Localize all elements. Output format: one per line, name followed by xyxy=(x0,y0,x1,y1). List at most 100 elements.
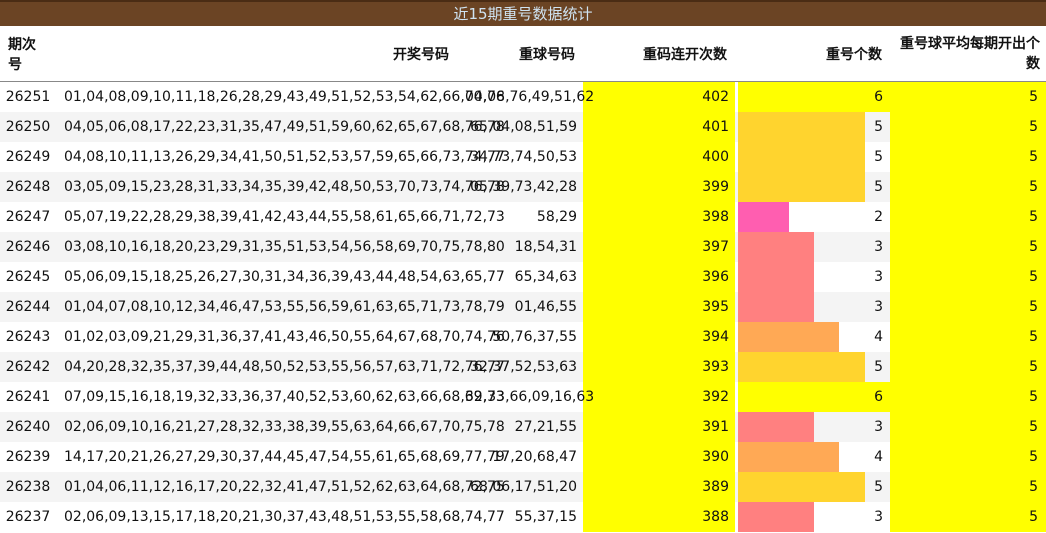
header-streak[interactable]: 重码连开次数 xyxy=(583,26,735,82)
streak-cell: 394 xyxy=(583,321,735,352)
repeat-count-bar xyxy=(738,441,839,472)
table-row[interactable]: 26240 02,06,09,10,16,21,27,28,32,33,38,3… xyxy=(0,411,1046,442)
repeat-balls-cell: 68,06,17,51,20 xyxy=(457,471,583,502)
winning-numbers-cell: 01,02,03,09,21,29,31,36,37,41,43,46,50,5… xyxy=(64,328,505,345)
repeat-count-cell: 6 xyxy=(735,82,890,112)
streak-cell: 388 xyxy=(583,501,735,532)
average-cell: 5 xyxy=(890,141,1046,172)
table-title: 近15期重号数据统计 xyxy=(0,0,1046,26)
repeat-count-cell: 5 xyxy=(735,141,890,172)
table-row[interactable]: 26250 04,05,06,08,17,22,23,31,35,47,49,5… xyxy=(0,111,1046,142)
repeat-count-bar xyxy=(738,321,839,352)
repeat-count-bar xyxy=(738,411,814,442)
table-row[interactable]: 26249 04,08,10,11,13,26,29,34,41,50,51,5… xyxy=(0,141,1046,172)
repeat-count-bar xyxy=(738,381,890,412)
average-cell: 5 xyxy=(890,501,1046,532)
repeat-count-value: 5 xyxy=(874,358,883,375)
repeat-count-value: 4 xyxy=(874,328,883,345)
repeat-count-value: 3 xyxy=(874,268,883,285)
winning-numbers-cell: 01,04,07,08,10,12,34,46,47,53,55,56,59,6… xyxy=(56,291,505,322)
header-repeat-count[interactable]: 重号个数 xyxy=(735,26,890,82)
period-cell: 26242 xyxy=(0,351,56,382)
average-cell: 5 xyxy=(890,351,1046,382)
table-row[interactable]: 26245 05,06,09,15,18,25,26,27,30,31,34,3… xyxy=(0,261,1046,292)
table-row[interactable]: 26248 03,05,09,15,23,28,31,33,34,35,39,4… xyxy=(0,171,1046,202)
repeat-count-cell: 5 xyxy=(735,471,890,502)
repeat-count-value: 6 xyxy=(874,388,883,405)
repeat-count-value: 2 xyxy=(874,208,883,225)
average-cell: 5 xyxy=(890,321,1046,352)
repeat-count-cell: 4 xyxy=(735,321,890,352)
repeat-count-bar xyxy=(738,291,814,322)
winning-numbers-cell: 02,06,09,10,16,21,27,28,32,33,38,39,55,6… xyxy=(56,411,505,442)
repeat-count-cell: 3 xyxy=(735,231,890,262)
table-row[interactable]: 26239 14,17,20,21,26,27,29,30,37,44,45,4… xyxy=(0,441,1046,472)
average-cell: 5 xyxy=(890,261,1046,292)
header-average[interactable]: 重号球平均每期开出个数 xyxy=(890,26,1046,82)
repeat-count-cell: 5 xyxy=(735,171,890,202)
streak-cell: 402 xyxy=(583,81,735,112)
repeat-count-bar xyxy=(738,261,814,292)
streak-cell: 396 xyxy=(583,261,735,292)
repeat-count-cell: 5 xyxy=(735,351,890,382)
average-cell: 5 xyxy=(890,441,1046,472)
repeat-count-bar xyxy=(738,82,890,112)
winning-numbers-cell: 05,06,09,15,18,25,26,27,30,31,34,36,39,4… xyxy=(64,268,505,285)
period-cell: 26240 xyxy=(0,411,56,442)
repeat-count-cell: 4 xyxy=(735,441,890,472)
header-row: 期次号 开奖号码 重球号码 重码连开次数 重号个数 重号球平均每期开出个数 xyxy=(0,26,1046,82)
period-cell: 26237 xyxy=(5,508,51,525)
repeat-count-value: 5 xyxy=(874,148,883,165)
table-row[interactable]: 26237 02,06,09,13,15,17,18,20,21,30,37,4… xyxy=(0,501,1046,532)
repeat-balls-cell: 05,39,73,42,28 xyxy=(457,171,583,202)
streak-cell: 397 xyxy=(583,231,735,262)
winning-numbers-cell: 04,20,28,32,35,37,39,44,48,50,52,53,55,5… xyxy=(56,351,505,382)
average-cell: 5 xyxy=(890,381,1046,412)
repeat-count-value: 5 xyxy=(874,478,883,495)
table-row[interactable]: 26246 03,08,10,16,18,20,23,29,31,35,51,5… xyxy=(0,231,1046,262)
winning-numbers-cell: 14,17,20,21,26,27,29,30,37,44,45,47,54,5… xyxy=(64,448,505,465)
repeat-balls-cell: 32,33,66,09,16,63 xyxy=(465,388,595,405)
table-row[interactable]: 26247 05,07,19,22,28,29,38,39,41,42,43,4… xyxy=(0,201,1046,232)
streak-cell: 400 xyxy=(583,141,735,172)
repeat-balls-cell: 32,37,52,53,63 xyxy=(457,351,583,382)
average-cell: 5 xyxy=(890,111,1046,142)
streak-cell: 390 xyxy=(583,441,735,472)
winning-numbers-cell: 03,05,09,15,23,28,31,33,34,35,39,42,48,5… xyxy=(56,171,505,202)
streak-cell: 391 xyxy=(583,411,735,442)
streak-cell: 399 xyxy=(583,171,735,202)
average-cell: 5 xyxy=(890,291,1046,322)
repeat-count-bar xyxy=(738,111,865,142)
repeat-count-bar xyxy=(738,501,814,532)
table-body: 26251 01,04,08,09,10,11,18,26,28,29,43,4… xyxy=(0,81,1046,532)
period-cell: 26248 xyxy=(0,171,56,202)
repeat-count-bar xyxy=(738,351,865,382)
table-row[interactable]: 26242 04,20,28,32,35,37,39,44,48,50,52,5… xyxy=(0,351,1046,382)
table-row[interactable]: 26241 07,09,15,16,18,19,32,33,36,37,40,5… xyxy=(0,381,1046,412)
table-row[interactable]: 26251 01,04,08,09,10,11,18,26,28,29,43,4… xyxy=(0,81,1046,112)
repeat-count-value: 3 xyxy=(874,298,883,315)
repeat-count-value: 3 xyxy=(874,238,883,255)
period-cell: 26247 xyxy=(5,208,51,225)
repeat-balls-cell: 34,73,74,50,53 xyxy=(470,148,577,165)
repeat-count-bar xyxy=(738,231,814,262)
repeat-count-cell: 2 xyxy=(735,201,890,232)
repeat-count-bar xyxy=(738,141,865,172)
period-cell: 26239 xyxy=(5,448,51,465)
streak-cell: 389 xyxy=(583,471,735,502)
header-repeat-balls[interactable]: 重球号码 xyxy=(457,26,583,82)
header-period[interactable]: 期次号 xyxy=(0,26,56,82)
winning-numbers-cell: 04,05,06,08,17,22,23,31,35,47,49,51,59,6… xyxy=(56,111,505,142)
repeat-balls-cell: 65,04,08,51,59 xyxy=(457,111,583,142)
table-row[interactable]: 26244 01,04,07,08,10,12,34,46,47,53,55,5… xyxy=(0,291,1046,322)
average-cell: 5 xyxy=(890,231,1046,262)
table-row[interactable]: 26243 01,02,03,09,21,29,31,36,37,41,43,4… xyxy=(0,321,1046,352)
repeat-count-value: 6 xyxy=(874,89,883,105)
header-winning-numbers[interactable]: 开奖号码 xyxy=(56,26,457,82)
streak-cell: 395 xyxy=(583,291,735,322)
repeat-count-bar xyxy=(738,201,789,232)
repeat-balls-cell: 04,08,76,49,51,62 xyxy=(465,88,595,105)
winning-numbers-cell: 05,07,19,22,28,29,38,39,41,42,43,44,55,5… xyxy=(64,208,505,225)
streak-cell: 393 xyxy=(583,351,735,382)
table-row[interactable]: 26238 01,04,06,11,12,16,17,20,22,32,41,4… xyxy=(0,471,1046,502)
